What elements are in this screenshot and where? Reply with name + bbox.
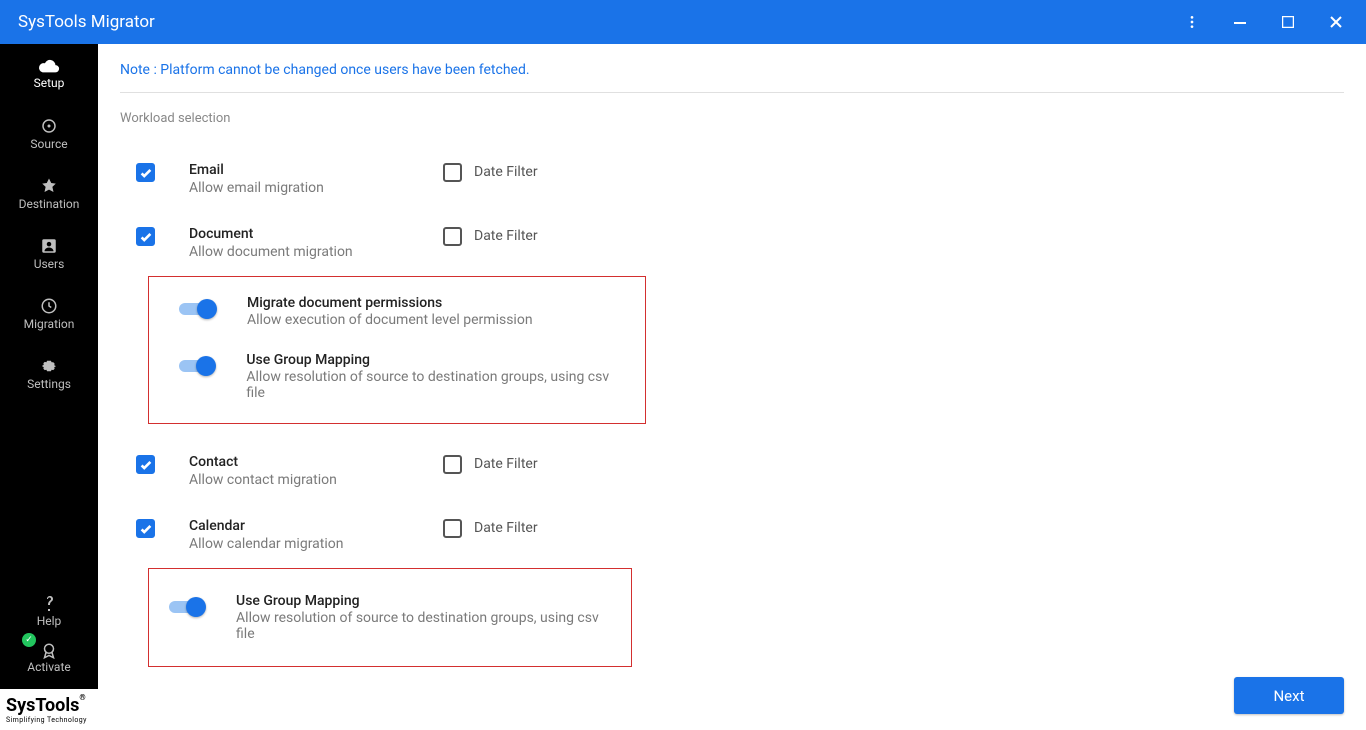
- doc-group-mapping-row: Use Group Mapping Allow resolution of so…: [179, 334, 625, 407]
- titlebar: SysTools Migrator: [0, 0, 1366, 44]
- document-options-highlight: Migrate document permissions Allow execu…: [148, 276, 646, 424]
- sidebar-item-setup[interactable]: Setup: [0, 44, 98, 104]
- calendar-date-filter-checkbox[interactable]: [443, 519, 462, 538]
- cal-group-sub: Allow resolution of source to destinatio…: [236, 610, 611, 642]
- sidebar-label: Destination: [19, 197, 80, 211]
- doc-permissions-row: Migrate document permissions Allow execu…: [179, 289, 625, 334]
- brand-name: SysTools: [6, 695, 79, 716]
- source-icon: [40, 117, 58, 135]
- contact-date-filter-checkbox[interactable]: [443, 455, 462, 474]
- app-title: SysTools Migrator: [18, 12, 155, 32]
- brand-footer: SysTools® Simplifying Technology: [0, 689, 98, 730]
- workload-email-row: Email Allow email migration Date Filter: [120, 132, 1344, 196]
- workload-document-row: Document Allow document migration Date F…: [120, 196, 1344, 260]
- maximize-icon[interactable]: [1266, 0, 1310, 44]
- document-date-filter-checkbox[interactable]: [443, 227, 462, 246]
- contact-checkbox[interactable]: [136, 455, 155, 474]
- doc-permissions-sub: Allow execution of document level permis…: [247, 312, 533, 328]
- doc-permissions-toggle[interactable]: [179, 298, 217, 320]
- document-title: Document: [189, 226, 409, 242]
- email-date-filter-checkbox[interactable]: [443, 163, 462, 182]
- sidebar-item-settings[interactable]: Settings: [0, 344, 98, 404]
- email-date-filter-label: Date Filter: [474, 164, 538, 180]
- cal-group-title: Use Group Mapping: [236, 593, 611, 609]
- section-title: Workload selection: [120, 93, 1344, 132]
- note-text: Note : Platform cannot be changed once u…: [120, 44, 1344, 93]
- window-controls: [1170, 0, 1358, 44]
- doc-group-title: Use Group Mapping: [246, 352, 625, 368]
- activated-dot-icon: [22, 633, 36, 647]
- sidebar-label: Setup: [34, 76, 65, 90]
- document-checkbox[interactable]: [136, 227, 155, 246]
- doc-group-mapping-toggle[interactable]: [179, 355, 216, 377]
- sidebar-item-users[interactable]: Users: [0, 224, 98, 284]
- calendar-checkbox[interactable]: [136, 519, 155, 538]
- sidebar-label: Source: [30, 137, 67, 151]
- cal-group-mapping-row: Use Group Mapping Allow resolution of so…: [169, 587, 611, 648]
- sidebar-activate[interactable]: Activate: [0, 635, 98, 681]
- sidebar-label: Users: [34, 257, 65, 271]
- email-title: Email: [189, 162, 409, 178]
- doc-permissions-title: Migrate document permissions: [247, 295, 533, 311]
- ribbon-icon: [40, 642, 58, 660]
- next-button[interactable]: Next: [1234, 677, 1344, 714]
- close-icon[interactable]: [1314, 0, 1358, 44]
- calendar-title: Calendar: [189, 518, 409, 534]
- sidebar-item-destination[interactable]: Destination: [0, 164, 98, 224]
- email-sub: Allow email migration: [189, 180, 409, 196]
- workload-calendar-row: Calendar Allow calendar migration Date F…: [120, 488, 1344, 552]
- calendar-options-highlight: Use Group Mapping Allow resolution of so…: [148, 568, 632, 667]
- doc-group-sub: Allow resolution of source to destinatio…: [246, 369, 625, 401]
- help-label: Help: [37, 614, 62, 628]
- target-icon: [40, 177, 58, 195]
- contact-date-filter-label: Date Filter: [474, 456, 538, 472]
- clock-icon: [40, 297, 58, 315]
- brand-sub: Simplifying Technology: [6, 716, 92, 724]
- calendar-date-filter-label: Date Filter: [474, 520, 538, 536]
- gear-icon: [40, 357, 58, 375]
- sidebar-label: Migration: [24, 317, 75, 331]
- contact-sub: Allow contact migration: [189, 472, 409, 488]
- calendar-sub: Allow calendar migration: [189, 536, 409, 552]
- help-icon: [42, 594, 56, 612]
- document-date-filter-label: Date Filter: [474, 228, 538, 244]
- main-panel: Note : Platform cannot be changed once u…: [98, 44, 1366, 730]
- sidebar-item-source[interactable]: Source: [0, 104, 98, 164]
- workload-contact-row: Contact Allow contact migration Date Fil…: [120, 424, 1344, 488]
- sidebar: Setup Source Destination Users Migration…: [0, 44, 98, 730]
- cal-group-mapping-toggle[interactable]: [169, 596, 206, 618]
- sidebar-help[interactable]: Help: [0, 587, 98, 635]
- minimize-icon[interactable]: [1218, 0, 1262, 44]
- sidebar-item-migration[interactable]: Migration: [0, 284, 98, 344]
- cloud-icon: [38, 58, 60, 74]
- sidebar-label: Settings: [27, 377, 71, 391]
- activate-label: Activate: [27, 660, 71, 674]
- email-checkbox[interactable]: [136, 163, 155, 182]
- contact-title: Contact: [189, 454, 409, 470]
- users-icon: [40, 237, 58, 255]
- document-sub: Allow document migration: [189, 244, 409, 260]
- more-icon[interactable]: [1170, 0, 1214, 44]
